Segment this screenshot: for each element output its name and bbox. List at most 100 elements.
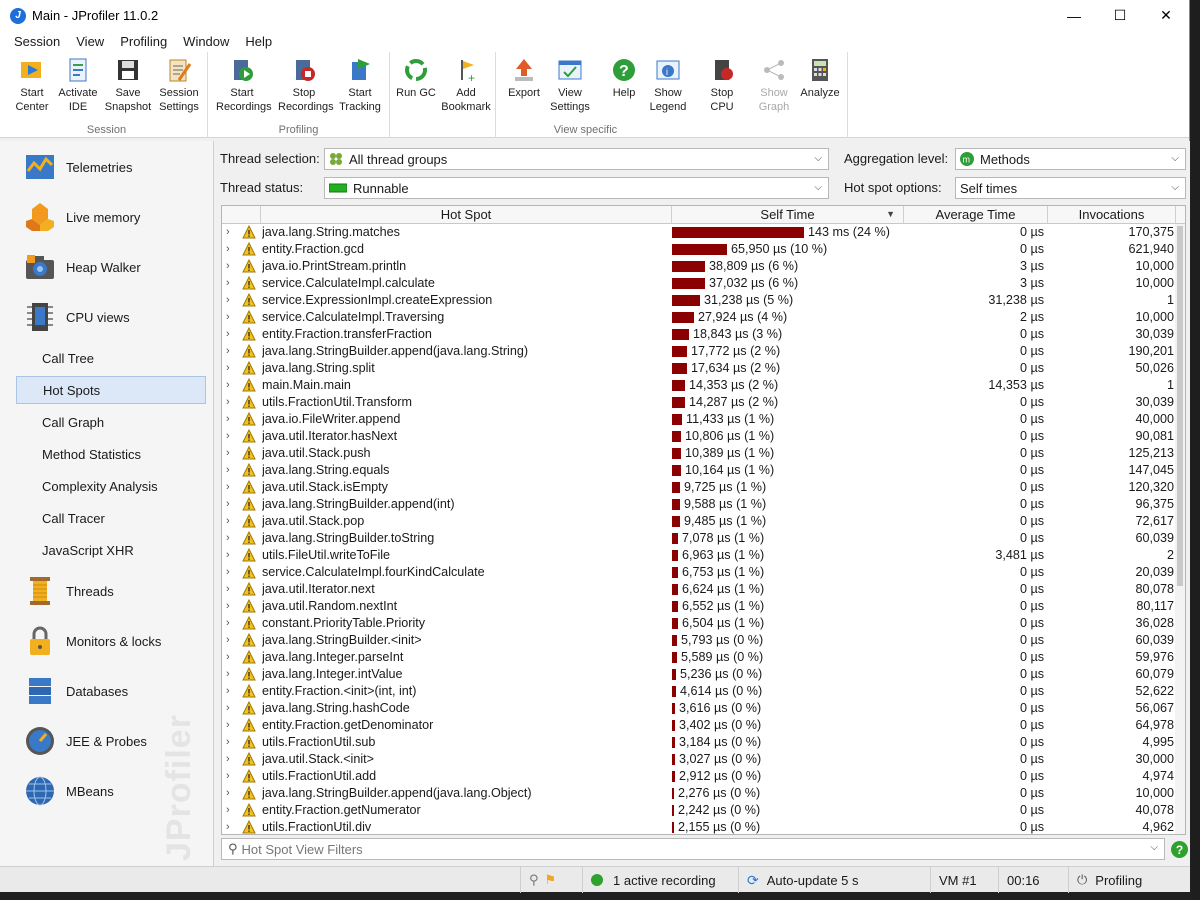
table-row[interactable]: › utils.FileUtil.writeToFile 6,963 µs (1 %… <box>222 547 1185 564</box>
start-recordings-button[interactable]: Start Recordings <box>216 56 272 114</box>
activate-ide-button[interactable]: Activate IDE <box>52 56 104 114</box>
expand-chevron-icon[interactable]: › <box>226 615 236 632</box>
expand-chevron-icon[interactable]: › <box>226 785 236 802</box>
expand-chevron-icon[interactable]: › <box>226 428 236 445</box>
expand-chevron-icon[interactable]: › <box>226 241 236 258</box>
sidebar-item-call-tree[interactable]: Call Tree <box>16 344 206 372</box>
sidebar-item-call-graph[interactable]: Call Graph <box>16 408 206 436</box>
help-icon[interactable]: ? <box>1171 841 1188 858</box>
expand-chevron-icon[interactable]: › <box>226 819 236 834</box>
chevron-down-icon[interactable]: ⌵ <box>1150 842 1158 853</box>
sidebar-item-live-memory[interactable]: Live memory <box>24 200 140 234</box>
sidebar-item-call-tracer[interactable]: Call Tracer <box>16 504 206 532</box>
stop-recordings-button[interactable]: Stop Recordings <box>278 56 334 114</box>
session-settings-button[interactable]: Session Settings <box>153 56 205 114</box>
analyze-button[interactable]: Analyze <box>794 56 846 100</box>
table-row[interactable]: › entity.Fraction.transferFraction 18,843 … <box>222 326 1185 343</box>
expand-chevron-icon[interactable]: › <box>226 496 236 513</box>
expand-chevron-icon[interactable]: › <box>226 734 236 751</box>
expand-chevron-icon[interactable]: › <box>226 564 236 581</box>
sidebar-item-hot-spots[interactable]: Hot Spots <box>16 376 206 404</box>
table-row[interactable]: › entity.Fraction.gcd 65,950 µs (10 %) 0 µs… <box>222 241 1185 258</box>
table-row[interactable]: › java.util.Stack.pop 9,485 µs (1 %) 0 µs 72… <box>222 513 1185 530</box>
table-row[interactable]: › entity.Fraction.<init>(int, int) 4,614 µ… <box>222 683 1185 700</box>
expand-chevron-icon[interactable]: › <box>226 700 236 717</box>
menu-view[interactable]: View <box>68 34 112 49</box>
table-row[interactable]: › utils.FractionUtil.add 2,912 µs (0 %) 0 µ… <box>222 768 1185 785</box>
sidebar-item-databases[interactable]: Databases <box>24 674 128 708</box>
expand-chevron-icon[interactable]: › <box>226 649 236 666</box>
header-self-time[interactable]: Self Time ▼ <box>672 206 904 224</box>
table-row[interactable]: › java.lang.Integer.intValue 5,236 µs (0 %… <box>222 666 1185 683</box>
show-graph-button[interactable]: Show Graph <box>748 56 800 114</box>
hot-spot-view-filters-input[interactable]: ⚲ Hot Spot View Filters ⌵ <box>221 838 1165 860</box>
menu-session[interactable]: Session <box>6 34 68 49</box>
sidebar-item-mbeans[interactable]: MBeans <box>24 774 114 808</box>
start-tracking-button[interactable]: Start Tracking <box>334 56 386 114</box>
table-row[interactable]: › java.util.Stack.push 10,389 µs (1 %) 0 µs… <box>222 445 1185 462</box>
menu-profiling[interactable]: Profiling <box>112 34 175 49</box>
table-row[interactable]: › java.util.Random.nextInt 6,552 µs (1 %) 0… <box>222 598 1185 615</box>
sidebar-item-jee-probes[interactable]: JEE & Probes <box>24 724 147 758</box>
table-row[interactable]: › java.lang.String.hashCode 3,616 µs (0 %)… <box>222 700 1185 717</box>
menu-window[interactable]: Window <box>175 34 237 49</box>
view-settings-button[interactable]: View Settings <box>544 56 596 114</box>
bookmark-status[interactable]: ⚲ ⚑ <box>520 867 582 893</box>
expand-chevron-icon[interactable]: › <box>226 292 236 309</box>
vertical-scrollbar[interactable] <box>1175 224 1185 834</box>
expand-chevron-icon[interactable]: › <box>226 666 236 683</box>
table-row[interactable]: › entity.Fraction.getNumerator 2,242 µs (0… <box>222 802 1185 819</box>
expand-chevron-icon[interactable]: › <box>226 802 236 819</box>
menu-help[interactable]: Help <box>237 34 280 49</box>
table-row[interactable]: › java.util.Stack.isEmpty 9,725 µs (1 %) 0 … <box>222 479 1185 496</box>
expand-chevron-icon[interactable]: › <box>226 445 236 462</box>
table-row[interactable]: › java.lang.String.matches 143 ms (24 %) 0 … <box>222 224 1185 241</box>
sidebar-item-cpu-views[interactable]: CPU views <box>24 300 130 334</box>
stop-cpu-button[interactable]: Stop CPU <box>696 56 748 114</box>
sidebar-item-complexity-analysis[interactable]: Complexity Analysis <box>16 472 206 500</box>
run-gc-button[interactable]: Run GC <box>390 56 442 100</box>
expand-chevron-icon[interactable]: › <box>226 343 236 360</box>
table-row[interactable]: › java.lang.StringBuilder.append(java.lan… <box>222 785 1185 802</box>
expand-chevron-icon[interactable]: › <box>226 632 236 649</box>
table-row[interactable]: › utils.FractionUtil.div 2,155 µs (0 %) 0 µ… <box>222 819 1185 834</box>
hot-spot-options-combo[interactable]: Self times ⌵ <box>955 177 1186 199</box>
export-button[interactable]: Export <box>498 56 550 100</box>
minimize-button[interactable]: — <box>1051 0 1097 31</box>
table-row[interactable]: › entity.Fraction.getDenominator 3,402 µs … <box>222 717 1185 734</box>
recording-status[interactable]: 1 active recording <box>582 867 732 893</box>
expand-chevron-icon[interactable]: › <box>226 581 236 598</box>
table-row[interactable]: › java.lang.StringBuilder.toString 7,078 µ… <box>222 530 1185 547</box>
expand-chevron-icon[interactable]: › <box>226 258 236 275</box>
thread-status-combo[interactable]: Runnable ⌵ <box>324 177 829 199</box>
expand-chevron-icon[interactable]: › <box>226 547 236 564</box>
table-row[interactable]: › java.util.Iterator.next 6,624 µs (1 %) 0 … <box>222 581 1185 598</box>
expand-chevron-icon[interactable]: › <box>226 717 236 734</box>
expand-chevron-icon[interactable]: › <box>226 394 236 411</box>
table-row[interactable]: › java.lang.StringBuilder.<init> 5,793 µs … <box>222 632 1185 649</box>
scrollbar-thumb[interactable] <box>1177 226 1183 586</box>
table-row[interactable]: › java.lang.Integer.parseInt 5,589 µs (0 %… <box>222 649 1185 666</box>
auto-update-status[interactable]: ⟳ Auto-update 5 s <box>738 867 928 893</box>
sidebar-item-threads[interactable]: Threads <box>24 574 114 608</box>
header-average-time[interactable]: Average Time <box>904 206 1048 224</box>
sidebar-item-telemetries[interactable]: Telemetries <box>24 150 132 184</box>
expand-chevron-icon[interactable]: › <box>226 224 236 241</box>
expand-chevron-icon[interactable]: › <box>226 751 236 768</box>
table-row[interactable]: › constant.PriorityTable.Priority 6,504 µs… <box>222 615 1185 632</box>
expand-chevron-icon[interactable]: › <box>226 377 236 394</box>
table-row[interactable]: › utils.FractionUtil.Transform 14,287 µs (… <box>222 394 1185 411</box>
expand-chevron-icon[interactable]: › <box>226 530 236 547</box>
expand-chevron-icon[interactable]: › <box>226 309 236 326</box>
table-row[interactable]: › service.CalculateImpl.fourKindCalculate… <box>222 564 1185 581</box>
table-row[interactable]: › main.Main.main 14,353 µs (2 %) 14,353 µs 1 <box>222 377 1185 394</box>
show-legend-button[interactable]: i Show Legend <box>642 56 694 114</box>
sidebar-item-method-statistics[interactable]: Method Statistics <box>16 440 206 468</box>
maximize-button[interactable]: ☐ <box>1097 0 1143 31</box>
table-row[interactable]: › java.lang.String.equals 10,164 µs (1 %) 0… <box>222 462 1185 479</box>
expand-chevron-icon[interactable]: › <box>226 462 236 479</box>
expand-chevron-icon[interactable]: › <box>226 479 236 496</box>
start-center-button[interactable]: Start Center <box>6 56 58 114</box>
add-bookmark-button[interactable]: + Add Bookmark <box>440 56 492 114</box>
expand-chevron-icon[interactable]: › <box>226 513 236 530</box>
